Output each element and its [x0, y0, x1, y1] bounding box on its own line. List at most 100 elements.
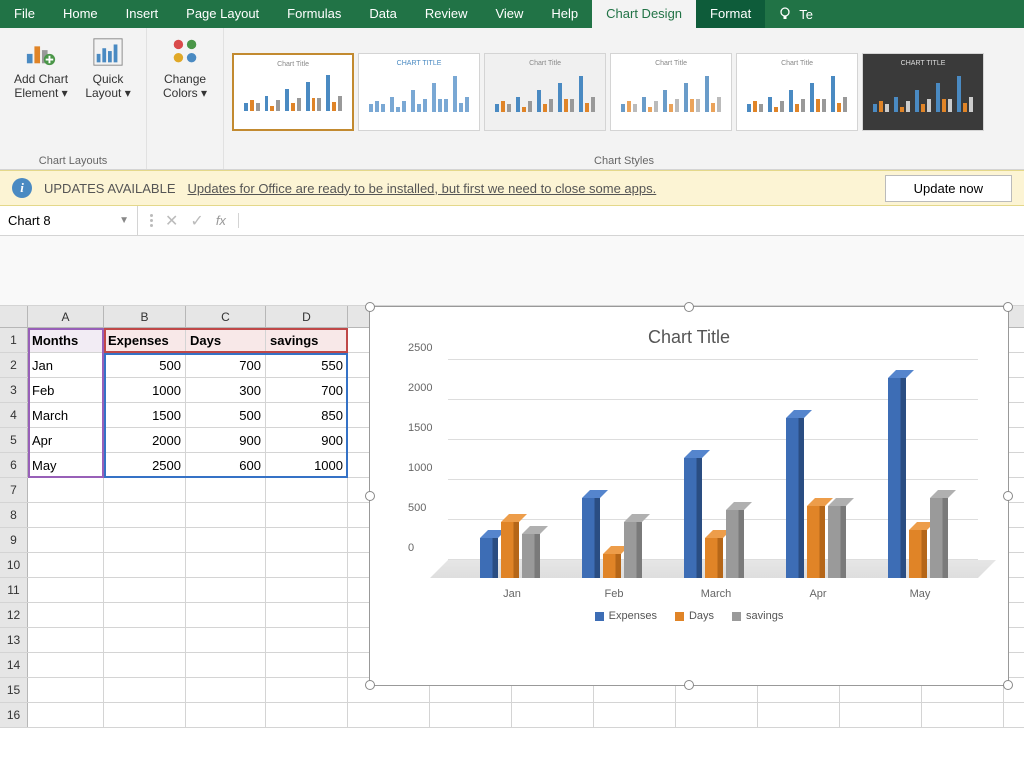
- cell-A4[interactable]: March: [28, 403, 104, 427]
- tab-chart-design[interactable]: Chart Design: [592, 0, 696, 28]
- cell-A16[interactable]: [28, 703, 104, 727]
- bar-Expenses-Jan[interactable]: [480, 538, 498, 578]
- cell-C10[interactable]: [186, 553, 266, 577]
- chart-style-1[interactable]: Chart Title: [232, 53, 354, 131]
- cell-F16[interactable]: [430, 703, 512, 727]
- cell-D13[interactable]: [266, 628, 348, 652]
- resize-handle-sw[interactable]: [365, 680, 375, 690]
- cell-A7[interactable]: [28, 478, 104, 502]
- legend-expenses[interactable]: Expenses: [595, 610, 657, 622]
- bar-Days-May[interactable]: [909, 530, 927, 578]
- cell-A14[interactable]: [28, 653, 104, 677]
- cell-A12[interactable]: [28, 603, 104, 627]
- cell-D14[interactable]: [266, 653, 348, 677]
- cell-A9[interactable]: [28, 528, 104, 552]
- bar-Days-Jan[interactable]: [501, 522, 519, 578]
- tab-formulas[interactable]: Formulas: [273, 0, 355, 28]
- cell-G16[interactable]: [512, 703, 594, 727]
- cell-D7[interactable]: [266, 478, 348, 502]
- tab-insert[interactable]: Insert: [112, 0, 173, 28]
- bar-group-March[interactable]: [684, 458, 744, 578]
- cell-A5[interactable]: Apr: [28, 428, 104, 452]
- cell-C1[interactable]: Days: [186, 328, 266, 352]
- chart-style-3[interactable]: Chart Title: [484, 53, 606, 131]
- bar-savings-Feb[interactable]: [624, 522, 642, 578]
- tab-home[interactable]: Home: [49, 0, 112, 28]
- bar-savings-May[interactable]: [930, 498, 948, 578]
- row-header-12[interactable]: 12: [0, 603, 28, 627]
- cell-A1[interactable]: Months: [28, 328, 104, 352]
- chart-legend[interactable]: Expenses Days savings: [370, 598, 1008, 634]
- bar-Expenses-Feb[interactable]: [582, 498, 600, 578]
- row-header-3[interactable]: 3: [0, 378, 28, 402]
- cell-B7[interactable]: [104, 478, 186, 502]
- row-header-4[interactable]: 4: [0, 403, 28, 427]
- cell-B16[interactable]: [104, 703, 186, 727]
- cell-D9[interactable]: [266, 528, 348, 552]
- cell-B2[interactable]: 500: [104, 353, 186, 377]
- cell-E16[interactable]: [348, 703, 430, 727]
- cell-A8[interactable]: [28, 503, 104, 527]
- cell-D6[interactable]: 1000: [266, 453, 348, 477]
- cell-D12[interactable]: [266, 603, 348, 627]
- row-header-15[interactable]: 15: [0, 678, 28, 702]
- cell-A2[interactable]: Jan: [28, 353, 104, 377]
- cell-C15[interactable]: [186, 678, 266, 702]
- cell-B11[interactable]: [104, 578, 186, 602]
- tab-review[interactable]: Review: [411, 0, 482, 28]
- cell-D4[interactable]: 850: [266, 403, 348, 427]
- cell-D2[interactable]: 550: [266, 353, 348, 377]
- row-header-16[interactable]: 16: [0, 703, 28, 727]
- change-colors-button[interactable]: Change Colors ▾: [155, 32, 215, 151]
- cell-I16[interactable]: [676, 703, 758, 727]
- tab-file[interactable]: File: [0, 0, 49, 28]
- bar-Days-March[interactable]: [705, 538, 723, 578]
- cell-H16[interactable]: [594, 703, 676, 727]
- cell-B3[interactable]: 1000: [104, 378, 186, 402]
- cell-A10[interactable]: [28, 553, 104, 577]
- resize-handle-nw[interactable]: [365, 302, 375, 312]
- cell-B13[interactable]: [104, 628, 186, 652]
- bar-group-Jan[interactable]: [480, 522, 540, 578]
- bar-Expenses-March[interactable]: [684, 458, 702, 578]
- cell-A11[interactable]: [28, 578, 104, 602]
- resize-handle-w[interactable]: [365, 491, 375, 501]
- cell-C11[interactable]: [186, 578, 266, 602]
- cell-C9[interactable]: [186, 528, 266, 552]
- cell-K16[interactable]: [840, 703, 922, 727]
- cell-B8[interactable]: [104, 503, 186, 527]
- cell-C16[interactable]: [186, 703, 266, 727]
- row-header-13[interactable]: 13: [0, 628, 28, 652]
- resize-handle-se[interactable]: [1003, 680, 1013, 690]
- cell-A13[interactable]: [28, 628, 104, 652]
- cell-J16[interactable]: [758, 703, 840, 727]
- cell-C8[interactable]: [186, 503, 266, 527]
- row-header-2[interactable]: 2: [0, 353, 28, 377]
- chart-plot-area[interactable]: 05001000150020002500 JanFebMarchAprMay: [430, 358, 978, 598]
- chart-style-4[interactable]: Chart Title: [610, 53, 732, 131]
- chart-style-2[interactable]: CHART TITLE: [358, 53, 480, 131]
- cell-D10[interactable]: [266, 553, 348, 577]
- cell-C4[interactable]: 500: [186, 403, 266, 427]
- embedded-chart[interactable]: Chart Title 05001000150020002500 JanFebM…: [369, 306, 1009, 686]
- cell-B4[interactable]: 1500: [104, 403, 186, 427]
- col-header-D[interactable]: D: [266, 306, 348, 327]
- bar-group-May[interactable]: [888, 378, 948, 578]
- row-header-5[interactable]: 5: [0, 428, 28, 452]
- bar-savings-Apr[interactable]: [828, 506, 846, 578]
- cell-D3[interactable]: 700: [266, 378, 348, 402]
- tab-help[interactable]: Help: [537, 0, 592, 28]
- chart-style-5[interactable]: Chart Title: [736, 53, 858, 131]
- cell-C12[interactable]: [186, 603, 266, 627]
- cell-D15[interactable]: [266, 678, 348, 702]
- update-message[interactable]: Updates for Office are ready to be insta…: [188, 181, 657, 196]
- cell-D5[interactable]: 900: [266, 428, 348, 452]
- cell-B15[interactable]: [104, 678, 186, 702]
- cell-A3[interactable]: Feb: [28, 378, 104, 402]
- cell-D16[interactable]: [266, 703, 348, 727]
- add-chart-element-button[interactable]: Add Chart Element ▾: [8, 32, 74, 151]
- col-header-A[interactable]: A: [28, 306, 104, 327]
- tab-data[interactable]: Data: [355, 0, 410, 28]
- bar-Expenses-May[interactable]: [888, 378, 906, 578]
- row-header-14[interactable]: 14: [0, 653, 28, 677]
